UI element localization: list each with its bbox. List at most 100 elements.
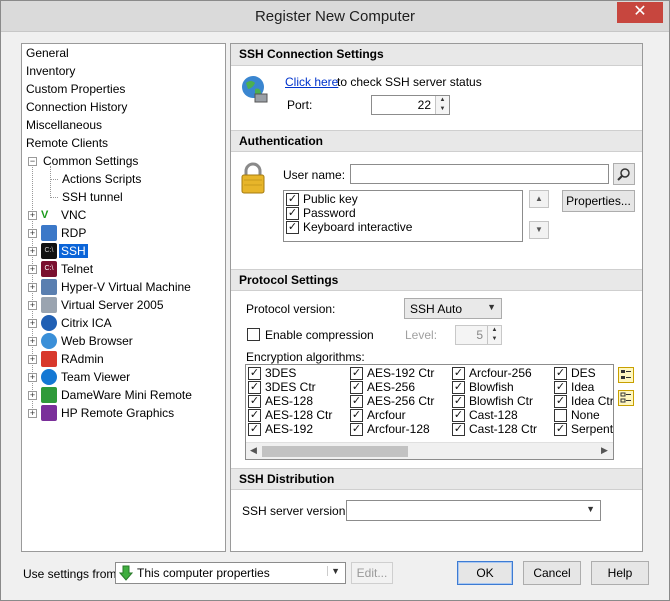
encryption-checkbox[interactable]: ✓ [452,395,465,408]
scroll-thumb[interactable] [262,446,408,457]
expand-toggle[interactable]: + [28,301,37,310]
tree-item-hp-remote-graphics[interactable]: HP Remote Graphics [59,404,176,422]
tree-item-common-settings[interactable]: Common Settings [41,152,140,170]
encryption-checkbox[interactable]: ✓ [350,395,363,408]
encryption-checkbox[interactable]: ✓ [554,423,567,436]
select-all-icon[interactable] [618,367,634,383]
help-button[interactable]: Help [591,561,649,585]
auth-public-key-checkbox[interactable]: ✓ [286,193,299,206]
ssh-server-version-select[interactable]: ▼ [346,500,601,521]
chevron-down-icon: ▼ [487,302,496,312]
tree-item-hyperv[interactable]: Hyper-V Virtual Machine [59,278,193,296]
encryption-checkbox[interactable]: ✓ [350,409,363,422]
tree-item-citrix[interactable]: Citrix ICA [59,314,114,332]
encryption-checkbox[interactable]: ✓ [248,395,261,408]
teamviewer-icon [41,369,57,385]
tree-item-dameware[interactable]: DameWare Mini Remote [59,386,194,404]
tree-item-miscellaneous[interactable]: Miscellaneous [24,116,104,134]
dialog-window: Register New Computer ✕ General Inventor… [0,0,670,601]
encryption-checkbox[interactable]: ✓ [248,381,261,394]
deselect-all-icon[interactable] [618,390,634,406]
tree-item-telnet[interactable]: Telnet [59,260,95,278]
tree-item-ssh[interactable]: SSH [59,242,88,260]
move-down-button[interactable]: ▼ [529,221,549,239]
tree-item-inventory[interactable]: Inventory [24,62,77,80]
encryption-checkbox[interactable]: ✓ [350,423,363,436]
encryption-checkbox[interactable]: ✓ [350,381,363,394]
expand-toggle[interactable]: + [28,373,37,382]
username-input[interactable] [350,164,609,184]
encryption-checkbox[interactable] [554,409,567,422]
tree-item-web-browser[interactable]: Web Browser [59,332,135,350]
properties-button[interactable]: Properties... [562,190,635,212]
cancel-button[interactable]: Cancel [523,561,581,585]
search-user-button[interactable] [613,163,635,185]
encryption-checkbox[interactable]: ✓ [350,367,363,380]
tree-item-general[interactable]: General [24,44,71,62]
tree-item-custom-properties[interactable]: Custom Properties [24,80,127,98]
expand-toggle[interactable]: + [28,283,37,292]
tree-item-actions-scripts[interactable]: Actions Scripts [60,170,143,188]
encryption-checkbox[interactable]: ✓ [452,409,465,422]
expand-toggle[interactable]: + [28,355,37,364]
expand-toggle[interactable]: + [28,391,37,400]
encryption-algorithm-label: AES-128 [265,394,314,408]
spin-arrows-icon[interactable]: ▲ ▼ [435,96,449,114]
encryption-algorithm-label: Idea [571,380,595,394]
ok-button[interactable]: OK [457,561,513,585]
expand-toggle[interactable]: + [28,409,37,418]
encryption-checkbox[interactable]: ✓ [248,423,261,436]
move-up-button[interactable]: ▲ [529,190,549,208]
vnc-icon: V [41,207,57,223]
auth-password-checkbox[interactable]: ✓ [286,207,299,220]
tree-item-remote-clients[interactable]: Remote Clients [24,134,110,152]
expand-toggle[interactable]: + [28,211,37,220]
expand-toggle[interactable]: + [28,229,37,238]
level-value: 5 [476,328,483,342]
encryption-checkbox[interactable]: ✓ [554,395,567,408]
encryption-checkbox[interactable]: ✓ [248,409,261,422]
tree-item-ssh-tunnel[interactable]: SSH tunnel [60,188,125,206]
spin-arrows-icon[interactable]: ▲ ▼ [487,326,501,344]
tree-item-radmin[interactable]: RAdmin [59,350,106,368]
tree-item-virtual-server[interactable]: Virtual Server 2005 [59,296,166,314]
tree-item-teamviewer[interactable]: Team Viewer [59,368,132,386]
auth-methods-list[interactable]: ✓ Public key ✓ Password ✓ Keyboard inter… [283,190,523,242]
encryption-checkbox[interactable]: ✓ [554,381,567,394]
expand-toggle[interactable]: + [28,265,37,274]
scroll-left-icon[interactable]: ◀ [250,445,257,456]
encryption-algorithm-label: Blowfish [469,380,514,394]
collapse-toggle[interactable]: − [28,157,37,166]
expand-toggle[interactable]: + [28,319,37,328]
tree-item-rdp[interactable]: RDP [59,224,88,242]
close-button[interactable]: ✕ [617,2,663,23]
settings-tree[interactable]: General Inventory Custom Properties Conn… [21,43,226,552]
tree-item-vnc[interactable]: VNC [59,206,88,224]
encryption-checkbox[interactable]: ✓ [452,367,465,380]
username-label: User name: [283,168,346,182]
edit-button[interactable]: Edit... [351,562,393,584]
protocol-version-select[interactable]: SSH Auto ▼ [404,298,502,319]
horizontal-scrollbar[interactable]: ◀ ▶ [246,442,613,459]
scroll-right-icon[interactable]: ▶ [601,445,608,456]
telnet-console-icon: C:\ [41,261,57,277]
section-authentication: Authentication [231,130,642,152]
enable-compression-checkbox[interactable] [247,328,260,341]
window-title: Register New Computer [254,8,416,25]
check-ssh-status-link[interactable]: Click here [285,75,338,89]
auth-keyboard-checkbox[interactable]: ✓ [286,221,299,234]
expand-toggle[interactable]: + [28,337,37,346]
encryption-checkbox[interactable]: ✓ [248,367,261,380]
encryption-algorithm-label: Idea Ctr [571,394,614,408]
tree-item-connection-history[interactable]: Connection History [24,98,129,116]
title-bar: Register New Computer ✕ [1,1,669,32]
encryption-checkbox[interactable]: ✓ [452,423,465,436]
use-settings-select[interactable]: This computer properties ▼ [115,562,346,584]
level-spinner[interactable]: 5 ▲ ▼ [455,325,502,345]
encryption-algorithms-list[interactable]: ◀ ▶ ✓ 3DES ✓ 3DES Ctr ✓ AES-128 ✓ AES-128 Ctr ✓ A… [245,364,614,460]
encryption-checkbox[interactable]: ✓ [452,381,465,394]
port-spinner[interactable]: 22 ▲ ▼ [371,95,450,115]
expand-toggle[interactable]: + [28,247,37,256]
encryption-algorithm-label: Arcfour-128 [367,422,430,436]
encryption-checkbox[interactable]: ✓ [554,367,567,380]
